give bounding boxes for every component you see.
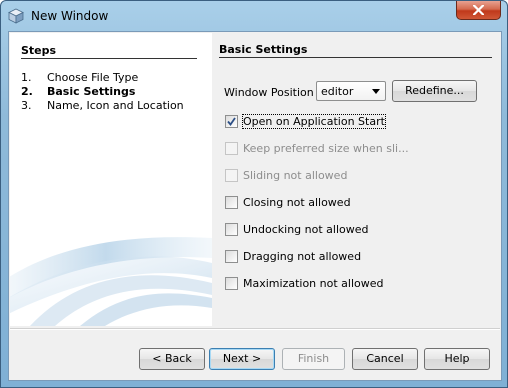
steps-divider — [21, 58, 197, 59]
next-button[interactable]: Next > — [209, 348, 275, 370]
panel-divider — [219, 57, 492, 58]
maximization-not-allowed-checkbox[interactable] — [225, 277, 238, 290]
step-label: Basic Settings — [47, 85, 136, 98]
window-position-select[interactable]: editor — [316, 81, 386, 101]
sliding-not-allowed-checkbox — [225, 169, 238, 182]
step-item-basic-settings: 2. Basic Settings — [21, 85, 135, 98]
open-on-start-label: Open on Application Start — [242, 114, 386, 129]
step-label: Choose File Type — [47, 71, 139, 84]
step-number: 3. — [21, 99, 32, 112]
check-icon — [227, 117, 236, 126]
steps-heading: Steps — [21, 44, 57, 57]
dialog-content: Steps 1. Choose File Type 2. Basic Setting… — [8, 31, 502, 381]
closing-not-allowed-label: Closing not allowed — [243, 196, 351, 209]
footer-separator-highlight — [10, 329, 500, 330]
chevron-down-icon — [372, 89, 380, 94]
sliding-not-allowed-label: Sliding not allowed — [243, 169, 348, 182]
back-button[interactable]: < Back — [139, 348, 205, 370]
step-label: Name, Icon and Location — [47, 99, 184, 112]
keep-preferred-size-checkbox — [225, 142, 238, 155]
keep-preferred-size-label: Keep preferred size when sli... — [243, 142, 409, 155]
netbeans-cube-icon — [8, 8, 24, 24]
close-button[interactable] — [456, 1, 501, 20]
finish-button: Finish — [282, 348, 345, 370]
redefine-button[interactable]: Redefine... — [392, 80, 477, 102]
cancel-button[interactable]: Cancel — [352, 348, 418, 370]
step-item-name-icon-location: 3. Name, Icon and Location — [21, 99, 184, 112]
help-button[interactable]: Help — [424, 348, 490, 370]
open-on-start-checkbox[interactable] — [225, 115, 238, 128]
window-title: New Window — [31, 9, 109, 23]
step-item-choose-file-type: 1. Choose File Type — [21, 71, 138, 84]
step-number: 2. — [21, 85, 33, 98]
maximization-not-allowed-label: Maximization not allowed — [243, 277, 384, 290]
window-position-label: Window Position : — [224, 86, 321, 99]
undocking-not-allowed-checkbox[interactable] — [225, 223, 238, 236]
steps-panel: Steps 1. Choose File Type 2. Basic Setting… — [10, 33, 212, 326]
dragging-not-allowed-checkbox[interactable] — [225, 250, 238, 263]
dragging-not-allowed-label: Dragging not allowed — [243, 250, 362, 263]
window-position-value: editor — [321, 85, 354, 98]
title-bar[interactable]: New Window — [1, 1, 507, 31]
undocking-not-allowed-label: Undocking not allowed — [243, 223, 369, 236]
closing-not-allowed-checkbox[interactable] — [225, 196, 238, 209]
dialog-window: New Window Steps 1. Choose File Type 2. … — [0, 0, 508, 388]
step-number: 1. — [21, 71, 32, 84]
close-icon — [473, 5, 484, 15]
panel-title: Basic Settings — [219, 43, 308, 56]
